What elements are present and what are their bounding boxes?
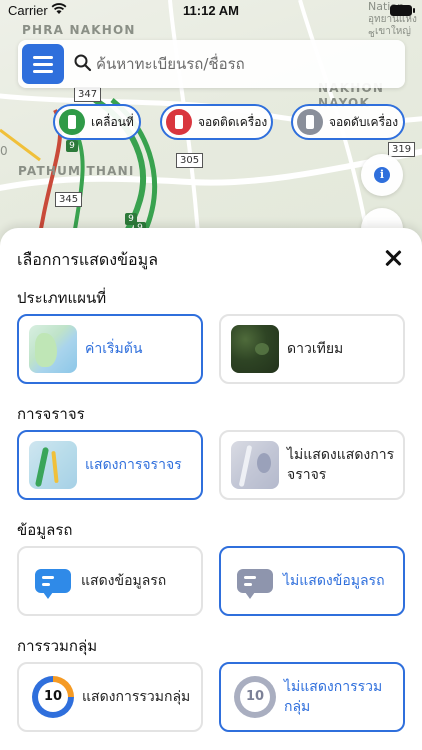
hamburger-icon-line [33, 70, 53, 73]
sheet-title: เลือกการแสดงข้อมูล [17, 250, 159, 269]
vehicle-info-icon-line [42, 583, 50, 586]
filter-chip-label: จอดติดเครื่อง [198, 114, 268, 129]
route-shield: 347 [74, 87, 102, 102]
route-shield: 305 [176, 153, 204, 168]
info-icon: i [374, 167, 390, 183]
idling-vehicle-icon [166, 109, 192, 135]
highway-shield: 9 [66, 140, 78, 152]
info-button[interactable]: i [361, 154, 403, 196]
option-cluster-show[interactable]: 10 แสดงการรวมกลุ่ม [17, 662, 203, 732]
vehicle-info-icon-line [244, 576, 256, 579]
filter-chip-label: จอดดับเครื่อง [329, 114, 399, 129]
option-map-satellite[interactable]: ดาวเทียม [219, 314, 405, 384]
option-vehicle-info-show[interactable]: แสดงข้อมูลรถ [17, 546, 203, 616]
hamburger-icon-line [33, 63, 53, 66]
display-options-sheet: เลือกการแสดงข้อมูล ประเภทแผนที่ ค่าเริ่ม… [0, 228, 422, 750]
section-title-clustering: การรวมกลุ่ม [17, 637, 98, 655]
route-shield: 319 [388, 142, 416, 157]
option-traffic-show[interactable]: แสดงการจราจร [17, 430, 203, 500]
traffic-map-thumbnail [29, 441, 77, 489]
option-label: แสดงการรวมกลุ่ม [82, 689, 191, 705]
filter-moving-chip[interactable]: เคลื่อนที่ [53, 104, 141, 140]
option-label: ไม่แสดงข้อมูลรถ [283, 573, 385, 589]
option-vehicle-info-hide[interactable]: ไม่แสดงข้อมูลรถ [219, 546, 405, 616]
option-label: แสดงการจราจร [85, 457, 182, 473]
section-title-vehicle-info: ข้อมูลรถ [17, 521, 73, 539]
section-title-traffic: การจราจร [17, 405, 85, 423]
map-place-label: PHRA NAKHON [22, 23, 136, 37]
option-label: แสดงข้อมูลรถ [81, 573, 167, 589]
menu-button[interactable] [22, 44, 64, 84]
option-label: ค่าเริ่มต้น [85, 341, 143, 357]
map-place-label: เขาใหญ่ [375, 26, 411, 37]
vehicle-info-icon [35, 569, 71, 599]
search-bar [18, 40, 405, 88]
vehicle-info-icon-line [244, 583, 252, 586]
vehicle-info-icon-line [42, 576, 54, 579]
cluster-count: 10 [240, 682, 270, 712]
close-icon[interactable] [381, 246, 405, 270]
option-cluster-hide[interactable]: 10 ไม่แสดงการรวมกลุ่ม [219, 662, 405, 732]
option-traffic-hide[interactable]: ไม่แสดงแสดงการจราจร [219, 430, 405, 500]
filter-chip-label: เคลื่อนที่ [91, 114, 134, 129]
cluster-icon: 10 [32, 676, 74, 718]
status-time: 11:12 AM [183, 3, 239, 18]
default-map-thumbnail [29, 325, 77, 373]
vehicle-info-hidden-icon [237, 569, 273, 599]
moving-vehicle-icon [59, 109, 85, 135]
map-edge-label: 0 [0, 144, 8, 158]
option-label: ไม่แสดงการรวมกลุ่ม [284, 679, 383, 715]
filter-parked-chip[interactable]: จอดดับเครื่อง [291, 104, 405, 140]
status-bar: Carrier 11:12 AM [0, 0, 422, 22]
battery-icon [390, 5, 415, 16]
option-map-default[interactable]: ค่าเริ่มต้น [17, 314, 203, 384]
satellite-map-thumbnail [231, 325, 279, 373]
search-icon [74, 54, 92, 72]
cluster-hidden-icon: 10 [234, 676, 276, 718]
no-traffic-map-thumbnail [231, 441, 279, 489]
route-shield: 345 [55, 192, 83, 207]
cluster-count: 10 [38, 682, 68, 712]
section-title-map-type: ประเภทแผนที่ [17, 289, 107, 307]
option-label: ไม่แสดงแสดงการจราจร [287, 447, 395, 483]
hamburger-icon [33, 56, 53, 59]
map-place-label: PATHUM THANI [18, 164, 135, 178]
filter-idling-chip[interactable]: จอดติดเครื่อง [160, 104, 273, 140]
search-input[interactable] [96, 49, 396, 79]
parked-vehicle-icon [297, 109, 323, 135]
option-label: ดาวเทียม [287, 341, 344, 357]
